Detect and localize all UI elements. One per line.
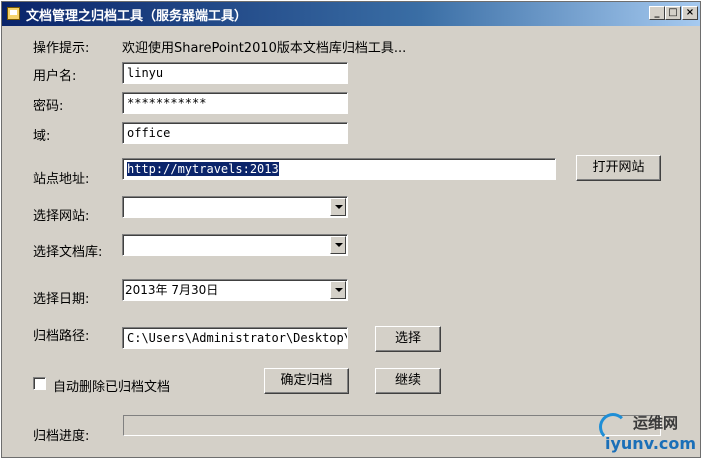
browse-button[interactable]: 选择 — [375, 326, 441, 352]
watermark-logo: 运维网 iyunv.com — [595, 407, 700, 457]
auto-delete-label: 自动删除已归档文档 — [53, 380, 171, 395]
archive-path-label: 归档路径: — [33, 329, 90, 344]
select-library-dropdown[interactable] — [122, 234, 348, 256]
close-button[interactable]: × — [682, 6, 698, 20]
domain-input[interactable]: office — [122, 122, 348, 144]
confirm-archive-button[interactable]: 确定归档 — [264, 368, 349, 394]
window-title: 文档管理之归档工具（服务器端工具） — [26, 9, 248, 24]
open-site-button[interactable]: 打开网站 — [576, 155, 661, 181]
minimize-button[interactable]: _ — [649, 6, 665, 20]
auto-delete-checkbox[interactable] — [33, 377, 46, 390]
archive-path-input[interactable]: C:\Users\Administrator\Desktop\1: — [122, 327, 348, 349]
username-label: 用户名: — [33, 69, 77, 84]
watermark-text-cn: 运维网 — [633, 414, 679, 432]
progress-label: 归档进度: — [33, 429, 90, 444]
date-value: 2013年 7月30日 — [125, 283, 219, 297]
select-site-dropdown[interactable] — [122, 196, 348, 218]
password-label: 密码: — [33, 99, 64, 114]
calendar-dropdown-icon[interactable] — [330, 281, 346, 299]
hint-label: 操作提示: — [33, 41, 90, 56]
domain-label: 域: — [33, 129, 51, 144]
title-bar[interactable]: 文档管理之归档工具（服务器端工具） _ □ × — [2, 2, 700, 26]
select-date-label: 选择日期: — [33, 292, 90, 307]
site-url-text: http://mytravels:2013 — [127, 162, 279, 176]
password-input[interactable]: *********** — [122, 92, 348, 114]
site-url-label: 站点地址: — [33, 172, 90, 187]
date-picker[interactable]: 2013年 7月30日 — [122, 279, 348, 301]
chevron-down-icon[interactable] — [330, 236, 346, 254]
chevron-down-icon[interactable] — [330, 198, 346, 216]
hint-text: 欢迎使用SharePoint2010版本文档库归档工具... — [122, 41, 407, 56]
site-url-input[interactable]: http://mytravels:2013 — [122, 158, 556, 180]
select-library-label: 选择文档库: — [33, 245, 103, 260]
archive-progress-bar — [123, 415, 661, 436]
select-site-label: 选择网站: — [33, 209, 90, 224]
username-input[interactable]: linyu — [122, 62, 348, 84]
watermark-text-en: iyunv.com — [605, 434, 697, 453]
app-icon — [7, 7, 20, 20]
continue-button[interactable]: 继续 — [375, 368, 441, 394]
maximize-button[interactable]: □ — [665, 6, 681, 20]
